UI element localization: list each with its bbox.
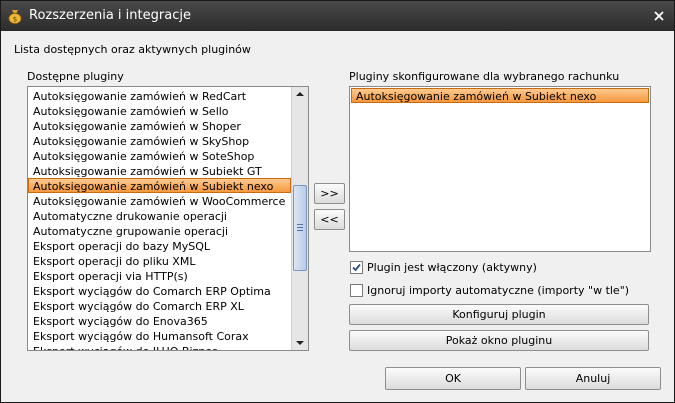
list-item[interactable]: Eksport wyciągów do ILUO Biznes [28,343,291,350]
add-plugin-button[interactable]: >> [314,183,345,204]
scroll-thumb[interactable] [293,185,307,271]
list-item[interactable]: Automatyczne grupowanie operacji [28,223,291,238]
configured-plugins-items: Autoksięgowanie zamówień w Subiekt nexo [351,88,649,103]
list-item[interactable]: Eksport operacji do bazy MySQL [28,238,291,253]
list-item[interactable]: Automatyczne drukowanie operacji [28,208,291,223]
list-item[interactable]: Autoksięgowanie zamówień w Subiekt nexo [351,88,649,103]
checkmark-icon [352,263,361,272]
configured-plugins-list[interactable]: Autoksięgowanie zamówień w Subiekt nexo [349,86,651,252]
list-item[interactable]: Autoksięgowanie zamówień w SoteShop [28,148,291,163]
list-item[interactable]: Autoksięgowanie zamówień w RedCart [28,88,291,103]
svg-text:$: $ [13,16,17,24]
arrow-up-icon [296,92,304,96]
scroll-down-button[interactable] [292,335,308,350]
list-item[interactable]: Eksport wyciągów do Comarch ERP XL [28,298,291,313]
available-plugins-scrollbar[interactable] [291,87,308,350]
list-item[interactable]: Eksport operacji do pliku XML [28,253,291,268]
remove-plugin-button[interactable]: << [314,209,345,230]
ignore-imports-checkbox[interactable] [350,284,363,297]
title-bar[interactable]: $ Rozszerzenia i integracje [1,1,674,31]
header-label: Lista dostępnych oraz aktywnych pluginów [14,43,251,56]
list-item[interactable]: Autoksięgowanie zamówień w Shoper [28,118,291,133]
list-item[interactable]: Autoksięgowanie zamówień w WooCommerce [28,193,291,208]
available-plugins-label: Dostępne pluginy [27,70,124,83]
list-item[interactable]: Autoksięgowanie zamówień w SkyShop [28,133,291,148]
configured-plugins-label: Pluginy skonfigurowane dla wybranego rac… [349,70,620,83]
cancel-button[interactable]: Anuluj [525,367,661,390]
ignore-imports-label[interactable]: Ignoruj importy automatyczne (importy "w… [367,284,629,297]
list-item[interactable]: Autoksięgowanie zamówień w Subiekt GT [28,163,291,178]
window-title: Rozszerzenia i integracje [29,8,191,23]
available-plugins-list[interactable]: Autoksięgowanie zamówień w RedCart Autoks… [27,86,309,351]
available-plugins-items: Autoksięgowanie zamówień w RedCart Autoks… [28,88,291,350]
plugin-enabled-label[interactable]: Plugin jest włączony (aktywny) [367,261,537,274]
scroll-up-button[interactable] [292,87,308,102]
list-item[interactable]: Autoksięgowanie zamówień w Subiekt nexo [28,178,291,193]
plugins-dialog: $ Rozszerzenia i integracje Lista dostęp… [0,0,675,403]
configure-plugin-button[interactable]: Konfiguruj plugin [349,304,649,325]
plugin-enabled-checkbox[interactable] [350,261,363,274]
list-item[interactable]: Autoksięgowanie zamówień w Sello [28,103,291,118]
arrow-down-icon [296,341,304,345]
close-button[interactable] [650,7,668,25]
list-item[interactable]: Eksport wyciągów do Humansoft Corax [28,328,291,343]
list-item[interactable]: Eksport wyciągów do Enova365 [28,313,291,328]
money-bag-icon: $ [7,8,23,24]
close-icon [654,11,664,21]
list-item[interactable]: Eksport wyciągów do Comarch ERP Optima [28,283,291,298]
ok-button[interactable]: OK [385,367,521,390]
list-item[interactable]: Eksport operacji via HTTP(s) [28,268,291,283]
show-plugin-window-button[interactable]: Pokaż okno pluginu [349,330,649,351]
